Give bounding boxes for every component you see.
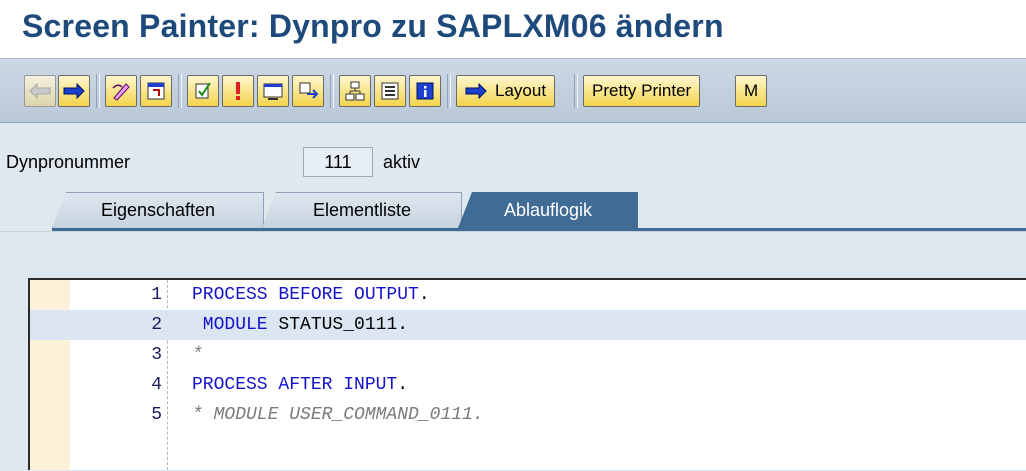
other-object-icon[interactable] <box>140 75 172 107</box>
code-text: PROCESS BEFORE OUTPUT. <box>192 280 430 310</box>
code-token: STATUS_0111. <box>267 315 409 335</box>
code-text: * MODULE USER_COMMAND_0111. <box>192 400 484 430</box>
code-text: * <box>192 340 203 370</box>
layout-button-label: Layout <box>495 81 547 100</box>
code-token: . <box>397 375 409 395</box>
navigate-icon[interactable] <box>292 75 324 107</box>
tab-label: Eigenschaften <box>100 200 216 220</box>
more-button-label: M <box>744 81 759 100</box>
code-line[interactable]: 4 PROCESS AFTER INPUT. <box>30 370 1026 400</box>
code-line[interactable]: 1 PROCESS BEFORE OUTPUT. <box>30 280 1026 310</box>
toolbar-separator <box>574 74 578 108</box>
code-line[interactable]: 5 * MODULE USER_COMMAND_0111. <box>30 400 1026 430</box>
toolbar-separator <box>447 74 451 108</box>
line-number: 3 <box>151 345 162 365</box>
info-icon[interactable] <box>409 75 441 107</box>
tab-label: Ablauflogik <box>503 200 593 220</box>
dynpro-number-field[interactable]: 111 <box>303 147 373 177</box>
forward-arrow-icon <box>465 83 487 99</box>
code-text: MODULE STATUS_0111. <box>192 310 408 340</box>
line-number: 4 <box>151 375 162 395</box>
dynpro-number-label: Dynpronummer <box>6 152 131 172</box>
code-token: MODULE <box>192 315 268 335</box>
code-text: PROCESS AFTER INPUT. <box>192 370 408 400</box>
element-list-icon[interactable] <box>374 75 406 107</box>
tab-eigenschaften[interactable]: Eigenschaften <box>52 192 264 228</box>
check-icon[interactable] <box>187 75 219 107</box>
line-number: 2 <box>151 315 162 335</box>
code-token: . <box>418 285 430 305</box>
toolbar-separator <box>178 74 182 108</box>
code-token: * MODULE USER_COMMAND_0111. <box>192 405 484 425</box>
tab-ablauflogik[interactable]: Ablauflogik <box>458 192 638 228</box>
title-bar: Screen Painter: Dynpro zu SAPLXM06 änder… <box>0 0 1026 59</box>
pretty-printer-button[interactable]: Pretty Printer <box>583 75 701 107</box>
tab-label: Elementliste <box>312 200 412 220</box>
line-number: 1 <box>151 285 162 305</box>
code-line[interactable]: 2 MODULE STATUS_0111. <box>30 310 1026 340</box>
code-token: * <box>192 345 203 365</box>
code-editor[interactable]: 1 PROCESS BEFORE OUTPUT. 2 MODULE STATUS_0… <box>28 278 1026 470</box>
back-arrow-icon[interactable] <box>24 75 56 107</box>
hierarchy-icon[interactable] <box>339 75 371 107</box>
where-used-icon[interactable] <box>257 75 289 107</box>
layout-button[interactable]: Layout <box>456 75 556 107</box>
dynpro-status-text: aktiv <box>383 152 421 172</box>
application-toolbar: Layout Pretty Printer M <box>0 59 1026 123</box>
edit-display-toggle-icon[interactable] <box>105 75 137 107</box>
code-token: PROCESS BEFORE OUTPUT <box>192 285 419 305</box>
code-token: PROCESS AFTER INPUT <box>192 375 398 395</box>
activate-icon[interactable] <box>222 75 254 107</box>
pretty-printer-button-label: Pretty Printer <box>592 81 692 100</box>
code-line[interactable]: 3 * <box>30 340 1026 370</box>
forward-arrow-icon[interactable] <box>58 75 90 107</box>
toolbar-separator <box>330 74 334 108</box>
toolbar-separator <box>96 74 100 108</box>
more-button[interactable]: M <box>735 75 768 107</box>
page-title: Screen Painter: Dynpro zu SAPLXM06 änder… <box>22 8 724 44</box>
line-number: 5 <box>151 405 162 425</box>
tab-elementliste[interactable]: Elementliste <box>262 192 462 228</box>
